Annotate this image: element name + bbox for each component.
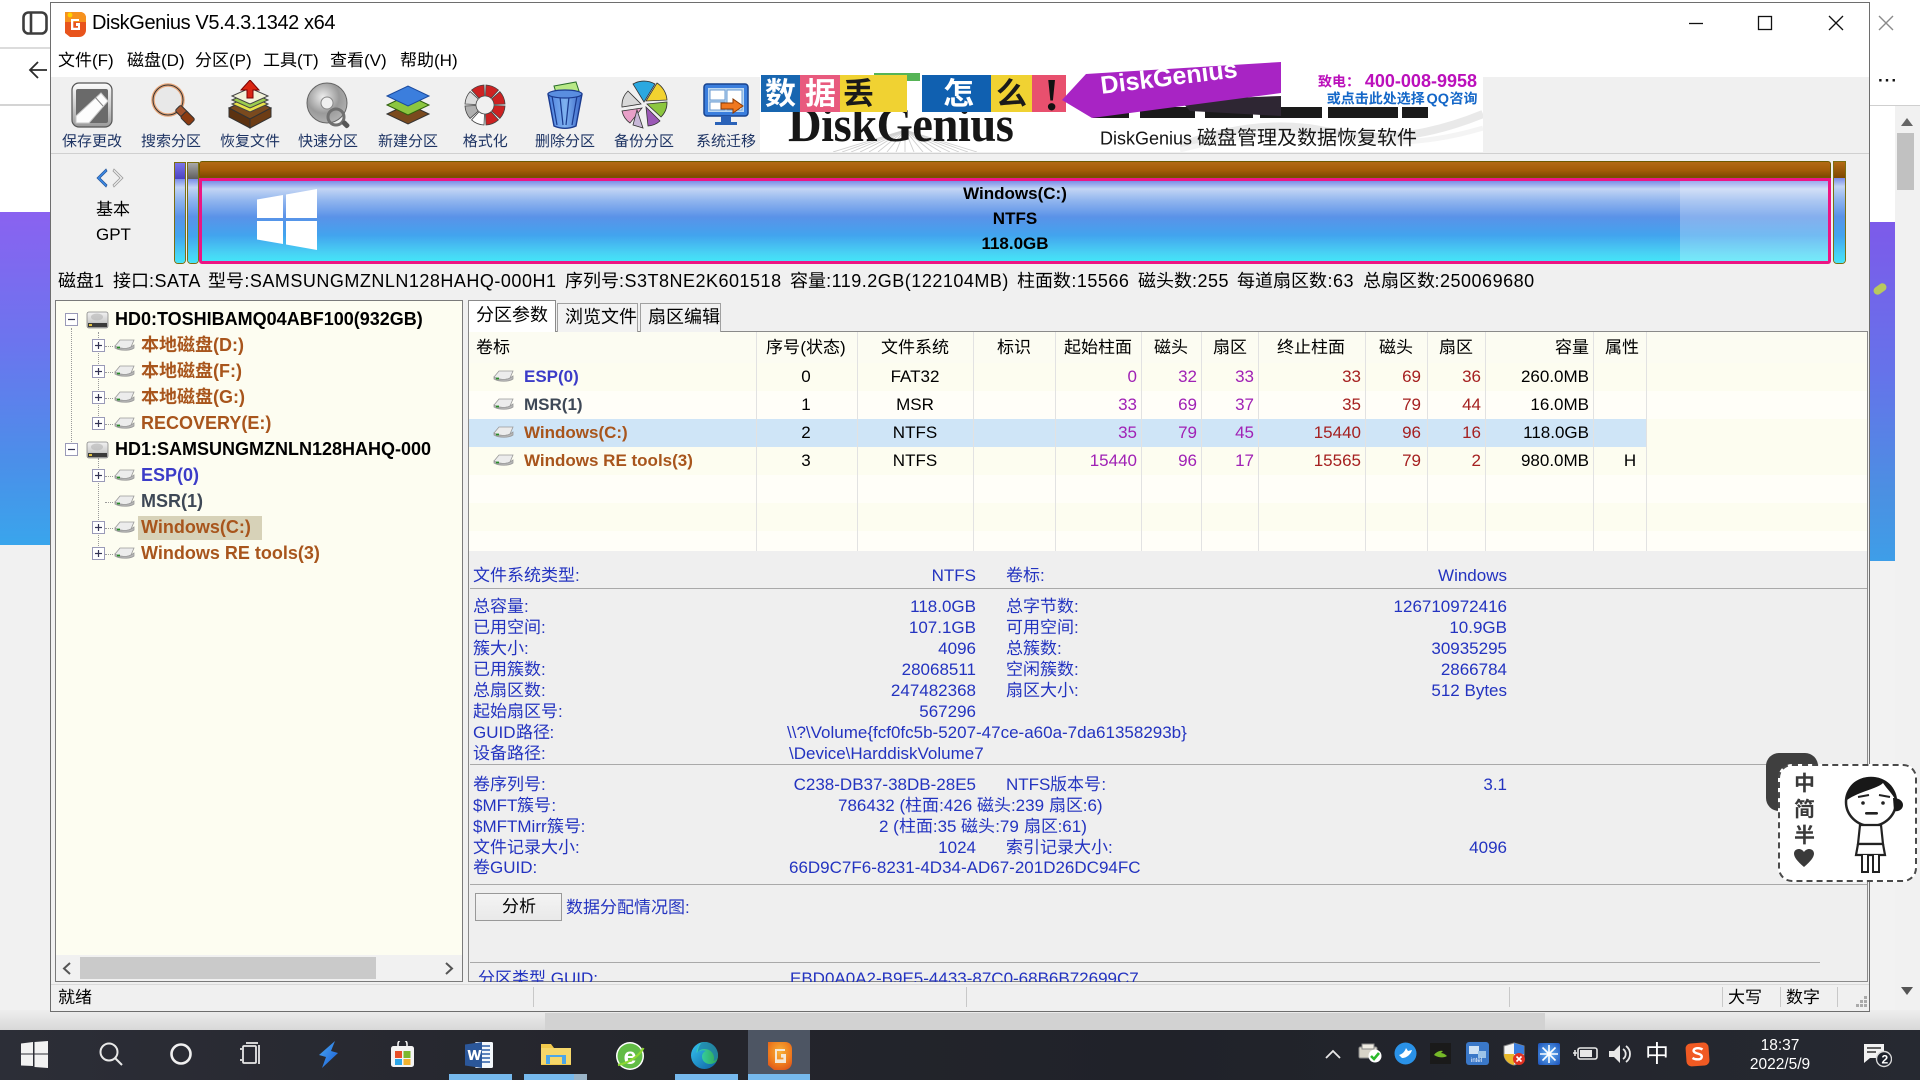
svg-text:intel: intel	[1471, 1058, 1482, 1064]
svg-text:e: e	[624, 1043, 637, 1069]
svg-text:2: 2	[1882, 1053, 1889, 1067]
